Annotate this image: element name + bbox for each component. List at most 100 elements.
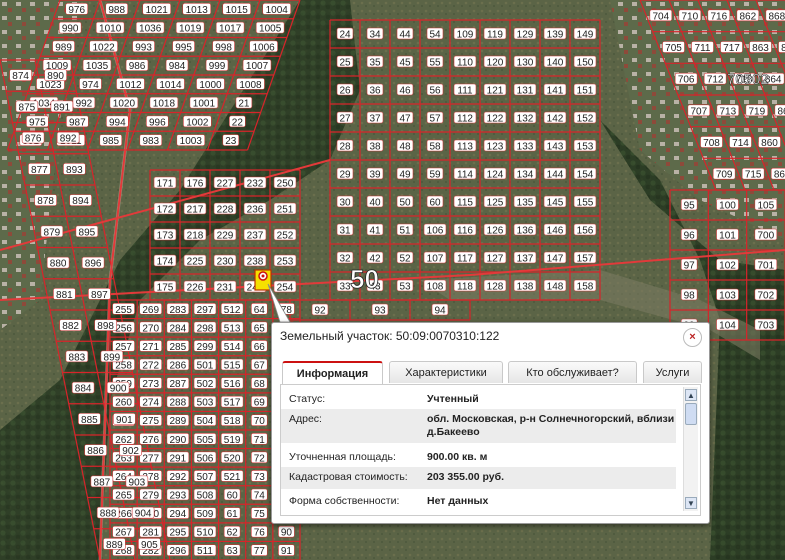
parcel-label[interactable]: 288 <box>166 395 190 409</box>
parcel-label[interactable]: 877 <box>28 163 51 176</box>
parcel-label[interactable]: 68 <box>250 377 268 391</box>
parcel-label[interactable]: 273 <box>139 377 163 391</box>
parcel-label[interactable]: 155 <box>573 195 597 209</box>
scroll-down-icon[interactable]: ▼ <box>685 497 697 509</box>
parcel-label[interactable]: 719 <box>745 104 769 118</box>
parcel-label[interactable]: 116 <box>453 223 477 237</box>
parcel-label[interactable]: 54 <box>426 27 444 41</box>
parcel-label[interactable]: 138 <box>513 279 537 293</box>
parcel-label[interactable]: 510 <box>193 525 217 539</box>
parcel-label[interactable]: 218 <box>183 228 207 242</box>
parcel-label[interactable]: 22 <box>229 115 246 129</box>
parcel-label[interactable]: 231 <box>213 280 237 294</box>
parcel-label[interactable]: 126 <box>483 223 507 237</box>
parcel-label[interactable]: 140 <box>543 55 567 69</box>
parcel-label[interactable]: 702 <box>754 288 778 302</box>
parcel-label[interactable]: 154 <box>573 167 597 181</box>
parcel-label[interactable]: 31 <box>336 223 354 237</box>
parcel-label[interactable]: 27 <box>336 111 354 125</box>
parcel-label[interactable]: 708 <box>700 136 723 150</box>
parcel-label[interactable]: 71 <box>250 432 268 446</box>
parcel-label[interactable]: 217 <box>183 202 207 216</box>
parcel-label[interactable]: 127 <box>483 251 507 265</box>
parcel-label[interactable]: 892 <box>56 131 80 145</box>
parcel-label[interactable]: 504 <box>193 414 217 428</box>
close-icon[interactable]: × <box>683 328 702 347</box>
parcel-label[interactable]: 132 <box>513 111 537 125</box>
parcel-label[interactable]: 151 <box>573 83 597 97</box>
parcel-label[interactable]: 91 <box>278 544 295 558</box>
parcel-label[interactable]: 515 <box>220 358 244 372</box>
parcel-label[interactable]: 1019 <box>175 21 205 35</box>
parcel-label[interactable]: 172 <box>153 202 177 216</box>
parcel-label[interactable]: 125 <box>483 195 507 209</box>
parcel-label[interactable]: 143 <box>543 139 567 153</box>
parcel-label[interactable]: 716 <box>707 9 731 23</box>
parcel-label[interactable]: 237 <box>243 228 267 242</box>
parcel-label[interactable]: 992 <box>72 96 96 110</box>
parcel-label[interactable]: 889 <box>103 538 126 551</box>
parcel-label[interactable]: 509 <box>193 507 217 520</box>
parcel-label[interactable]: 900 <box>106 381 130 395</box>
parcel-label[interactable]: 21 <box>235 96 253 110</box>
parcel-label[interactable]: 262 <box>112 432 135 446</box>
parcel-label[interactable]: 1021 <box>142 3 172 16</box>
parcel-label[interactable]: 986 <box>125 59 149 73</box>
parcel-label[interactable]: 1005 <box>255 21 285 35</box>
parcel-label[interactable]: 38 <box>366 139 384 153</box>
parcel-label[interactable]: 292 <box>166 470 190 483</box>
parcel-label[interactable]: 47 <box>396 111 414 125</box>
parcel-label[interactable]: 49 <box>396 167 414 181</box>
parcel-label[interactable]: 74 <box>250 488 268 502</box>
parcel-label[interactable]: 983 <box>139 134 163 148</box>
parcel-label[interactable]: 70 <box>250 414 268 428</box>
parcel-label[interactable]: 52 <box>396 251 414 265</box>
parcel-label[interactable]: 291 <box>166 451 190 465</box>
parcel-label[interactable]: 269 <box>139 302 163 316</box>
parcel-label[interactable]: 884 <box>71 381 95 395</box>
tab-characteristics[interactable]: Характеристики <box>389 361 503 383</box>
parcel-label[interactable]: 1003 <box>176 134 206 148</box>
parcel-label[interactable]: 508 <box>193 488 217 502</box>
parcel-label[interactable]: 121 <box>483 83 507 97</box>
parcel-label[interactable]: 66 <box>250 340 268 353</box>
parcel-label[interactable]: 42 <box>366 251 384 265</box>
parcel-label[interactable]: 73 <box>250 470 268 483</box>
info-scrollbar[interactable]: ▲ ▼ <box>683 387 698 511</box>
parcel-label[interactable]: 876 <box>21 131 45 145</box>
parcel-label[interactable]: 285 <box>166 340 190 353</box>
parcel-label[interactable]: 267 <box>112 525 135 539</box>
parcel-label[interactable]: 103 <box>716 288 739 302</box>
parcel-label[interactable]: 298 <box>193 321 217 335</box>
parcel-label[interactable]: 61 <box>223 507 241 520</box>
parcel-label[interactable]: 878 <box>34 194 57 208</box>
parcel-label[interactable]: 146 <box>543 223 567 237</box>
parcel-label[interactable]: 39 <box>366 167 384 181</box>
parcel-label[interactable]: 134 <box>513 167 537 181</box>
parcel-label[interactable]: 286 <box>166 358 190 372</box>
parcel-label[interactable]: 176 <box>183 176 207 190</box>
parcel-label[interactable]: 26 <box>336 83 354 97</box>
parcel-label[interactable]: 1012 <box>116 78 145 91</box>
parcel-label[interactable]: 60 <box>426 195 444 209</box>
parcel-label[interactable]: 148 <box>543 279 567 293</box>
parcel-label[interactable]: 985 <box>99 134 123 148</box>
parcel-label[interactable]: 513 <box>220 321 244 335</box>
parcel-label[interactable]: 107 <box>423 251 447 265</box>
parcel-label[interactable]: 119 <box>483 27 507 41</box>
parcel-label[interactable]: 34 <box>366 27 384 41</box>
parcel-label[interactable]: 45 <box>396 55 414 69</box>
parcel-label[interactable]: 896 <box>81 256 105 270</box>
parcel-label[interactable]: 76 <box>250 525 268 539</box>
parcel-label[interactable]: 894 <box>69 194 92 208</box>
parcel-label[interactable]: 865 <box>774 104 785 118</box>
parcel-label[interactable]: 131 <box>513 83 537 97</box>
parcel-label[interactable]: 887 <box>90 475 114 489</box>
parcel-label[interactable]: 519 <box>220 432 244 446</box>
parcel-label[interactable]: 1006 <box>249 40 278 54</box>
parcel-label[interactable]: 101 <box>716 228 739 242</box>
parcel-label[interactable]: 989 <box>52 40 75 54</box>
parcel-label[interactable]: 232 <box>243 176 267 190</box>
parcel-label[interactable]: 976 <box>65 3 89 16</box>
parcel-label[interactable]: 130 <box>513 55 537 69</box>
